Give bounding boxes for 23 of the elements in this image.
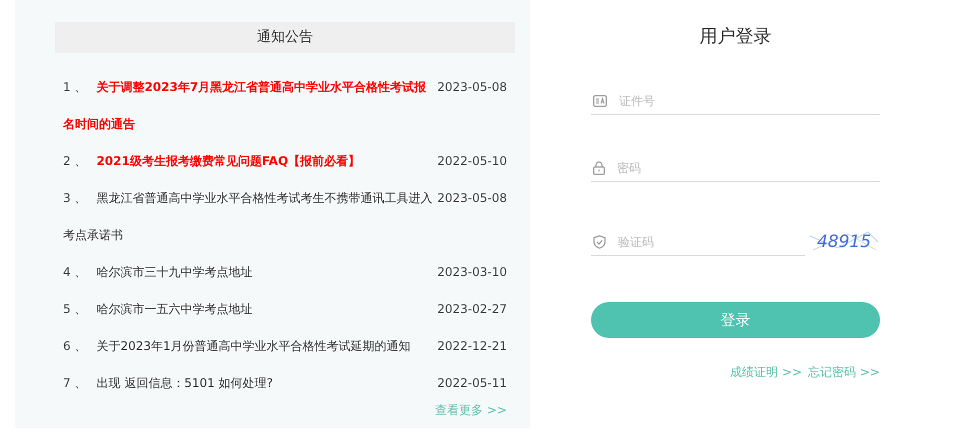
section-title: 通知公告 xyxy=(55,22,515,53)
notice-date: 2023-05-08 xyxy=(437,190,507,207)
notice-date: 2023-05-08 xyxy=(437,79,507,96)
notice-date: 2023-02-27 xyxy=(437,301,507,318)
login-title: 用户登录 xyxy=(698,25,772,48)
input-field[interactable]: 证件号 xyxy=(619,94,880,108)
notice-link[interactable]: 1 、 关于调整2023年7月黑龙江省普通高中学业水平合格性考试报名时间的通告 xyxy=(63,69,435,143)
notice-link[interactable]: 4 、 哈尔滨市三十九中学考点地址 xyxy=(63,254,435,291)
lock-icon xyxy=(593,161,605,175)
captcha-image[interactable]: 48915 xyxy=(808,228,880,256)
notice-date: 2022-05-10 xyxy=(437,153,507,170)
input-field[interactable]: 密码 xyxy=(617,161,880,175)
notice-date: 2023-03-10 xyxy=(437,264,507,281)
notice-link[interactable]: 5 、 哈尔滨市一五六中学考点地址 xyxy=(63,291,435,328)
notice-link[interactable]: 7 、 出现 返回信息：5101 如何处理? xyxy=(63,365,435,402)
input-field[interactable]: 验证码 xyxy=(618,235,805,249)
notice-link[interactable]: 6 、 关于2023年1月份普通高中学业水平合格性考试延期的通知 xyxy=(63,328,435,365)
shield-icon xyxy=(593,235,606,249)
notice-link[interactable]: 3 、 黑龙江省普通高中学业水平合格性考试考生不携带通讯工具进入考点承诺书 xyxy=(63,180,435,254)
id-card-icon xyxy=(593,95,607,107)
notice-link[interactable]: 2 、 2021级考生报考缴费常见问题FAQ【报前必看】 xyxy=(63,143,435,180)
notice-date: 2022-12-21 xyxy=(437,338,507,355)
notice-date: 2022-05-11 xyxy=(437,375,507,392)
